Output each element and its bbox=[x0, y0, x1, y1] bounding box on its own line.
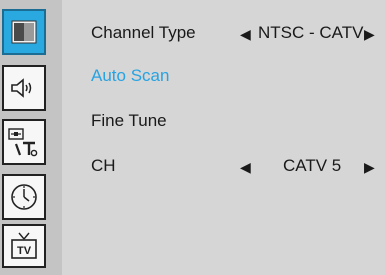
settings-tools-icon bbox=[7, 126, 41, 158]
sidebar-item-picture[interactable] bbox=[2, 9, 46, 55]
channel-type-value: NTSC - CATV bbox=[258, 23, 364, 42]
menu-item-fine-tune[interactable]: Fine Tune bbox=[91, 111, 167, 131]
sidebar-item-timer[interactable] bbox=[2, 174, 46, 220]
sidebar: TV bbox=[0, 0, 62, 275]
ch-right-arrow-icon[interactable]: ▶ bbox=[364, 160, 375, 174]
clock-icon bbox=[9, 182, 39, 212]
sidebar-item-tv[interactable]: TV bbox=[2, 224, 46, 268]
sidebar-item-setup[interactable] bbox=[2, 119, 46, 165]
ch-left-arrow-icon[interactable]: ◀ bbox=[240, 160, 251, 174]
ch-value: CATV 5 bbox=[283, 156, 342, 175]
channel-type-left-arrow-icon[interactable]: ◀ bbox=[240, 27, 251, 41]
menu-item-auto-scan[interactable]: Auto Scan bbox=[91, 66, 169, 86]
svg-text:TV: TV bbox=[17, 245, 32, 257]
tv-icon: TV bbox=[9, 231, 39, 261]
speaker-icon bbox=[9, 77, 39, 99]
picture-icon bbox=[11, 20, 37, 44]
channel-type-right-arrow-icon[interactable]: ▶ bbox=[364, 27, 375, 41]
sidebar-item-sound[interactable] bbox=[2, 65, 46, 111]
menu-item-ch[interactable]: CH bbox=[91, 156, 116, 176]
menu-item-channel-type[interactable]: Channel Type bbox=[91, 23, 196, 43]
